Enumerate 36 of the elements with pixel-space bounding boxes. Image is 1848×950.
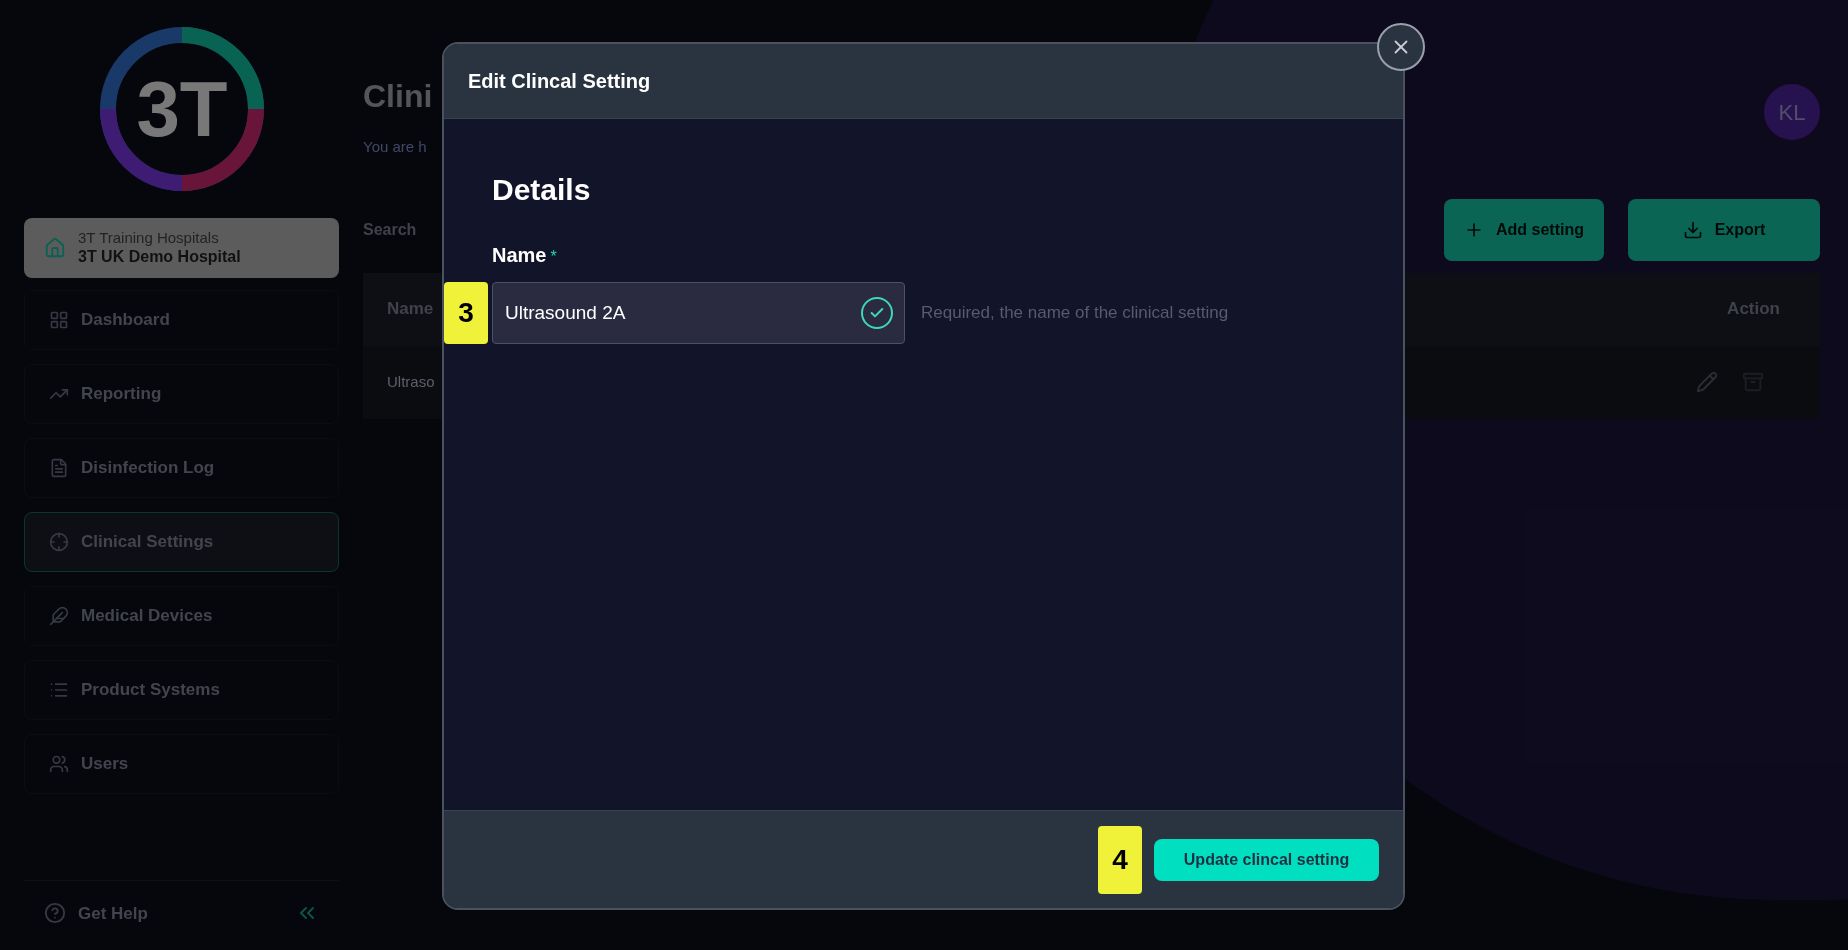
help-icon xyxy=(44,902,66,925)
page-title: Clini xyxy=(363,77,433,116)
nav-item[interactable]: Disinfection Log xyxy=(24,438,339,498)
crosshair-icon xyxy=(49,532,69,552)
nav-item[interactable]: Dashboard xyxy=(24,290,339,350)
step-marker: 4 xyxy=(1098,825,1142,894)
edit-icon[interactable] xyxy=(1696,371,1718,393)
add-setting-button[interactable]: Add setting xyxy=(1444,198,1604,261)
modal-title: Edit Clincal Setting xyxy=(468,69,651,94)
field-label: Name xyxy=(492,243,547,268)
help-link[interactable]: Get Help xyxy=(78,900,148,926)
update-button[interactable]: Update clincal setting xyxy=(1154,838,1379,881)
page-subtitle: You are h xyxy=(363,137,428,157)
grid-icon xyxy=(49,310,69,330)
table-cell-text: Ultraso xyxy=(387,371,435,392)
field-hint: Required, the name of the clinical setting xyxy=(921,302,1229,325)
hospital-card[interactable]: 3T Training Hospitals 3T UK Demo Hospital xyxy=(24,218,339,278)
feather-icon xyxy=(49,606,69,626)
hospital-name: 3T UK Demo Hospital xyxy=(78,247,241,268)
section-heading: Details xyxy=(492,172,592,208)
download-icon xyxy=(1682,219,1703,240)
home-icon xyxy=(44,237,66,259)
list-icon xyxy=(49,680,69,700)
hospital-group: 3T Training Hospitals xyxy=(78,228,241,248)
document-icon xyxy=(49,458,69,478)
required-mark: * xyxy=(550,247,557,267)
search-label: Search xyxy=(363,219,417,240)
name-input-field[interactable]: Ultrasound 2A xyxy=(492,282,905,344)
nav-item[interactable]: Reporting xyxy=(24,364,339,424)
nav-item[interactable]: Medical Devices xyxy=(24,586,339,646)
nav-item[interactable]: Product Systems xyxy=(24,660,339,720)
nav-item[interactable]: Users xyxy=(24,734,339,794)
users-icon xyxy=(49,754,69,774)
nav-item[interactable]: Clinical Settings xyxy=(24,512,339,572)
step-marker: 3 xyxy=(444,282,488,344)
export-button[interactable]: Export xyxy=(1628,198,1820,261)
